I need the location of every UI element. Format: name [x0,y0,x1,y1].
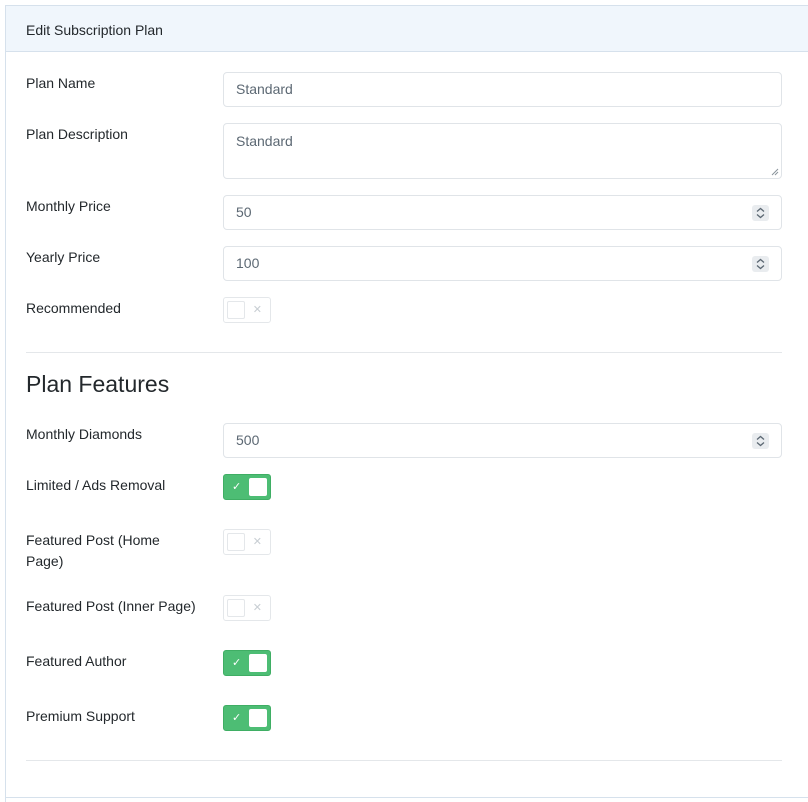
check-icon: ✓ [232,657,242,669]
featured-author-toggle[interactable]: ✓ [223,650,271,676]
monthly-diamonds-label: Monthly Diamonds [26,426,142,442]
card-header: Edit Subscription Plan [6,6,808,52]
featured-post-inner-toggle[interactable]: ✕ [223,595,271,621]
check-icon: ✓ [232,712,242,724]
recommended-toggle[interactable]: ✕ [223,297,271,323]
toggle-knob [227,599,245,617]
featured-author-label: Featured Author [26,653,127,669]
monthly-price-value: 50 [236,204,252,220]
section-divider [26,760,782,761]
toggle-knob [227,533,245,551]
check-icon: ✓ [232,481,242,493]
plan-name-input[interactable]: Standard [223,72,782,107]
featured-post-home-toggle[interactable]: ✕ [223,529,271,555]
premium-support-label: Premium Support [26,708,135,724]
monthly-price-input[interactable]: 50 [223,195,782,230]
x-icon: ✕ [252,602,262,614]
section-divider [26,352,782,353]
plan-description-label: Plan Description [26,126,128,142]
plan-features-heading: Plan Features [26,371,170,397]
yearly-price-input[interactable]: 100 [223,246,782,281]
number-spinner-icon[interactable] [752,256,769,272]
toggle-knob [249,709,267,727]
featured-post-inner-label: Featured Post (Inner Page) [26,598,196,614]
toggle-knob [227,301,245,319]
yearly-price-label: Yearly Price [26,249,101,265]
x-icon: ✕ [252,304,262,316]
card-footer-border [5,797,808,798]
monthly-price-label: Monthly Price [26,198,111,214]
x-icon: ✕ [252,536,262,548]
ads-removal-toggle[interactable]: ✓ [223,474,271,500]
plan-description-value: Standard [236,133,293,149]
number-spinner-icon[interactable] [752,433,769,449]
premium-support-toggle[interactable]: ✓ [223,705,271,731]
recommended-label: Recommended [26,300,121,316]
monthly-diamonds-input[interactable]: 500 [223,423,782,458]
number-spinner-icon[interactable] [752,205,769,221]
yearly-price-value: 100 [236,255,260,271]
toggle-knob [249,654,267,672]
ads-removal-label: Limited / Ads Removal [26,477,166,493]
featured-post-home-label: Featured Post (Home Page) [26,532,160,569]
toggle-knob [249,478,267,496]
plan-name-label: Plan Name [26,75,96,91]
monthly-diamonds-value: 500 [236,432,260,448]
card-title: Edit Subscription Plan [26,22,163,38]
plan-description-textarea[interactable]: Standard [223,123,782,179]
resize-grip-icon[interactable] [771,168,779,176]
